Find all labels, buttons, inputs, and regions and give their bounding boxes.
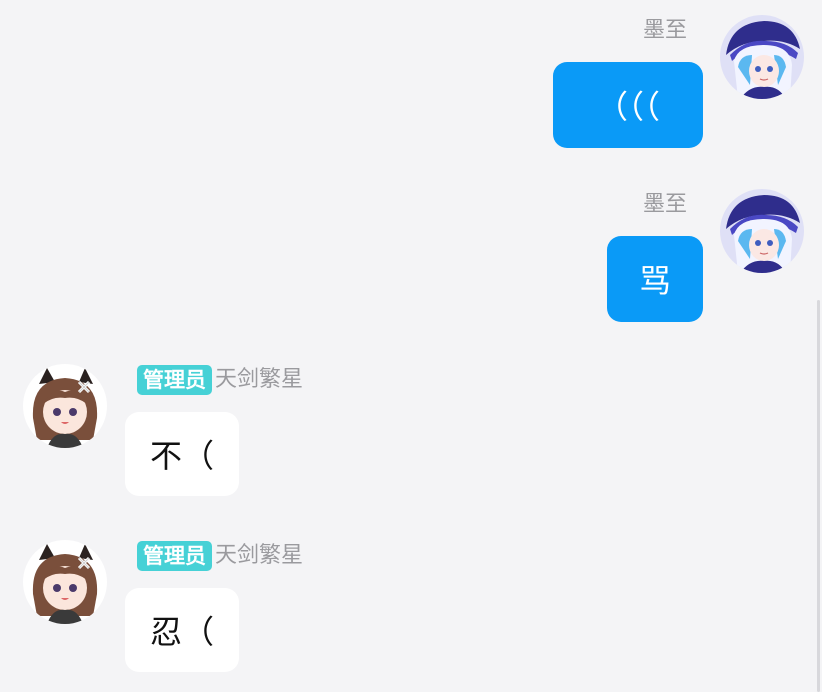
message-bubble[interactable]: （（（ [553, 62, 703, 148]
sender-name[interactable]: 墨至 [643, 16, 687, 46]
scrollbar[interactable] [817, 300, 820, 692]
message-item: 墨至 骂 [0, 170, 822, 330]
admin-role-badge: 管理员 [137, 541, 212, 571]
chat-message-list[interactable]: 墨至 （（（ 墨至 骂 管理员 天剑繁星 不（ 管理员 天剑繁星 忍（ [0, 0, 822, 692]
sender-name-text: 天剑繁星 [215, 543, 304, 568]
sender-name-text: 天剑繁星 [215, 367, 304, 392]
avatar-image [720, 15, 804, 99]
message-item: 墨至 （（（ [0, 0, 822, 160]
message-item: 管理员 天剑繁星 不（ [0, 350, 822, 510]
brown-hair-girl-avatar[interactable] [23, 364, 107, 448]
sender-name[interactable]: 墨至 [643, 190, 687, 220]
sender-name[interactable]: 管理员 天剑繁星 [137, 365, 303, 395]
admin-role-badge: 管理员 [137, 365, 212, 395]
brown-hair-girl-avatar[interactable] [23, 540, 107, 624]
message-bubble[interactable]: 骂 [607, 236, 703, 322]
message-bubble[interactable]: 忍（ [125, 588, 239, 672]
sender-name[interactable]: 管理员 天剑繁星 [137, 541, 303, 571]
blue-hat-character-avatar[interactable] [720, 15, 804, 99]
message-bubble[interactable]: 不（ [125, 412, 239, 496]
message-item: 管理员 天剑繁星 忍（ [0, 526, 822, 692]
avatar-image [23, 364, 107, 448]
blue-hat-character-avatar[interactable] [720, 189, 804, 273]
avatar-image [720, 189, 804, 273]
avatar-image [23, 540, 107, 624]
